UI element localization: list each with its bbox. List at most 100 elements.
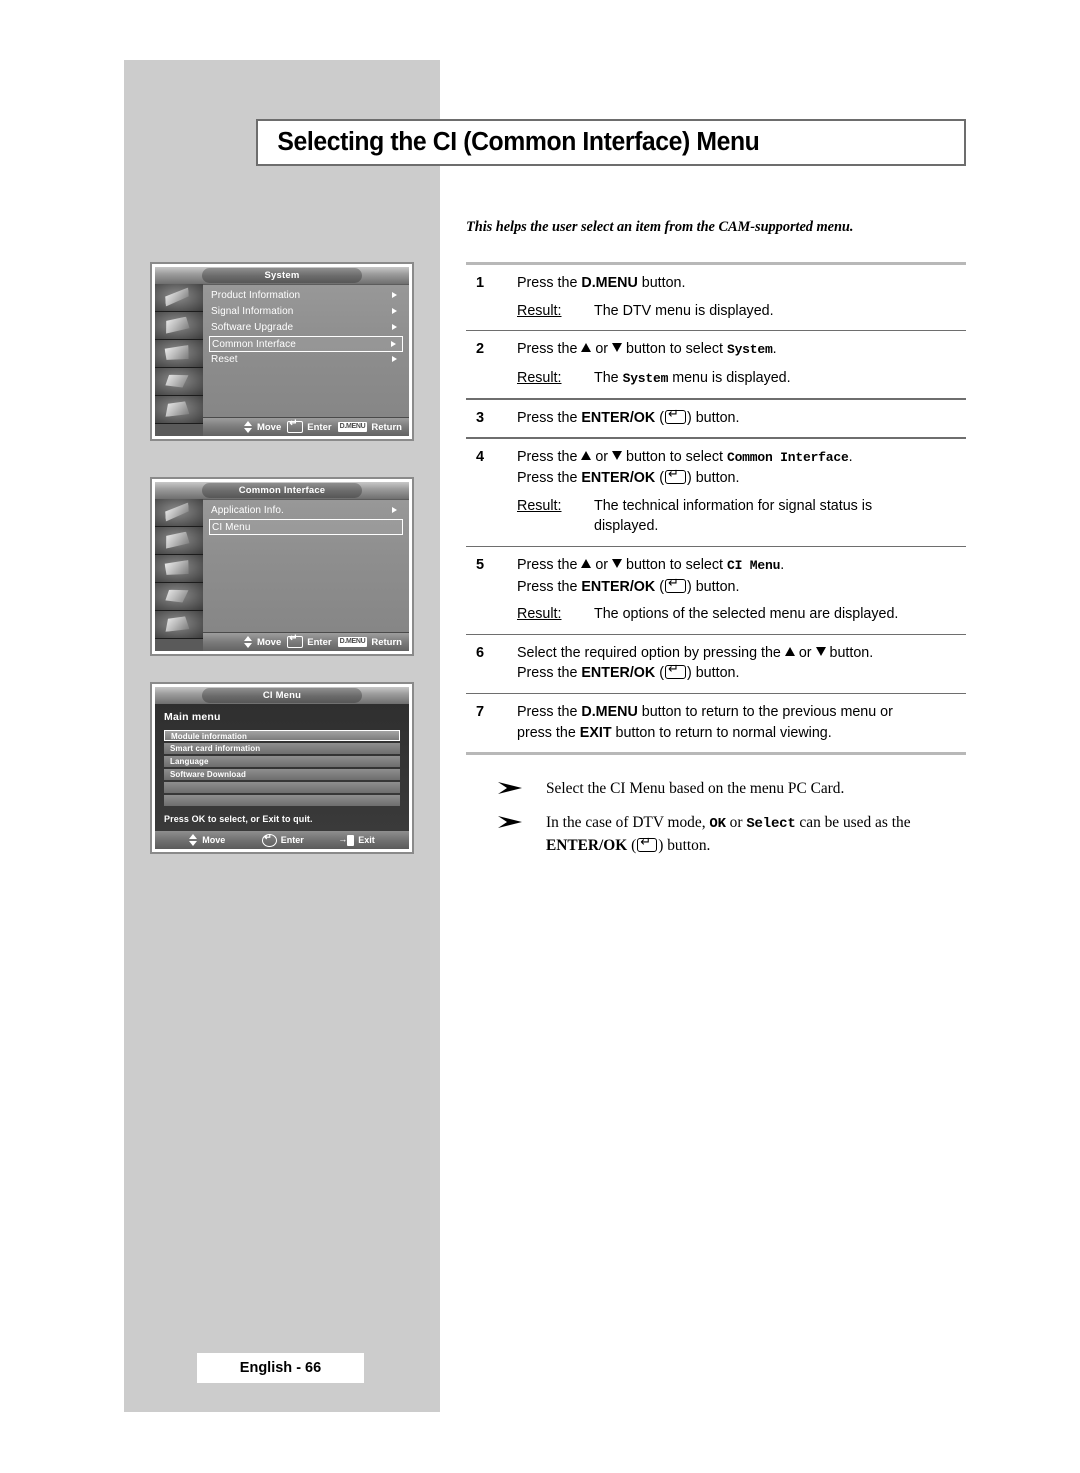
step-text-post: ( [655, 578, 664, 595]
step-line-2: press the EXIT button to return to norma… [517, 723, 966, 744]
footer-enter-label: Enter [280, 835, 304, 845]
enter-key-icon [664, 406, 686, 424]
ci-menu-item-language[interactable]: Language [164, 756, 400, 767]
tv-menu-item-label: Common Interface [212, 339, 296, 350]
tv-menu-item-product-information[interactable]: Product Information [209, 288, 403, 304]
step-line-2: Press the ENTER/OK () button. [517, 466, 966, 489]
step-2: 2 Press the or button to select System. … [466, 331, 966, 398]
step-result: Result: The System menu is displayed. [466, 368, 966, 390]
page-footer-tag: English - 66 [197, 1353, 364, 1383]
step-menu-name: Common Interface [726, 449, 849, 465]
footer-enter: Enter [287, 633, 332, 648]
ci-menu-heading: Main menu [164, 711, 221, 723]
arrow-up-icon [581, 450, 592, 460]
note-text: In the case of DTV mode, OK or Select ca… [546, 814, 911, 854]
step-text-post: button to return to the previous menu or [637, 704, 893, 721]
procedure-steps: 1 Press the D.MENU button. Result: The D… [466, 262, 966, 756]
step-keyword: ENTER/OK [581, 665, 656, 682]
page-title: Selecting the CI (Common Interface) Menu [277, 128, 760, 156]
step-text-tail: . [772, 341, 777, 358]
tv-menu-item-signal-information[interactable]: Signal Information [209, 304, 403, 320]
step-text-pre: Press the [517, 470, 582, 487]
step-text-post: button. [825, 644, 874, 661]
note-key-ok: OK [709, 816, 726, 832]
step-number: 3 [476, 409, 485, 426]
tv-menu-item-software-upgrade[interactable]: Software Upgrade [209, 320, 403, 336]
footer-exit-label: Exit [358, 835, 375, 845]
tv-menu-list: Product Information Signal Information S… [203, 284, 409, 436]
notes-list: Select the CI Menu based on the menu PC … [466, 778, 966, 869]
ci-menu-item-empty[interactable] [164, 795, 400, 806]
step-menu-name: CI Menu [726, 558, 781, 574]
step-text-mid: or [591, 557, 613, 574]
footer-move-label: Move [256, 421, 282, 433]
step-text: Press the D.MENU button. [466, 273, 966, 294]
result-label: Result: [517, 606, 562, 623]
step-text-tail: . [780, 557, 785, 574]
ci-menu-item-module-information[interactable]: Module information [164, 730, 400, 741]
step-line-1: Press the D.MENU button to return to the… [517, 702, 966, 723]
updown-arrows-icon [189, 834, 198, 846]
step-text-mid: or [794, 644, 816, 661]
footer-return-label: Return [371, 421, 402, 433]
program-icon [155, 284, 203, 312]
tv-menu-footer: Move Enter D.MENU Return [203, 632, 409, 651]
step-line-1: Press the or button to select CI Menu. [517, 555, 966, 577]
tv-menu-item-label: Signal Information [211, 306, 294, 317]
tv-menu-titlebar: System [155, 267, 409, 285]
step-text-pre: Press the [517, 448, 582, 465]
step-text: Press the or button to select Common Int… [466, 447, 966, 489]
tv-menu-screenshot-common-interface: Common Interface Application Info. CI Me… [150, 477, 414, 656]
footer-move: Move [243, 636, 281, 648]
result-text: The options of the selected menu are dis… [594, 606, 899, 623]
tv-menu-item-label: CI Menu [212, 522, 251, 533]
note-text-mid: or [725, 814, 747, 831]
arrow-down-icon [612, 450, 623, 460]
enter-key-icon [664, 575, 686, 593]
result-label: Result: [517, 497, 562, 514]
tv-menu-title: Common Interface [202, 483, 362, 498]
tv-menu-screenshot-system: System Product Information Signal Inform… [150, 262, 414, 441]
system-icon [155, 611, 203, 639]
step-text-pre: Press the [517, 578, 582, 595]
ci-menu-item-empty[interactable] [164, 782, 400, 793]
setup-icon [155, 368, 203, 396]
step-number: 1 [476, 275, 485, 291]
updown-arrows-icon [243, 636, 253, 648]
picture-icon [155, 527, 203, 555]
result-text: The System menu is displayed. [594, 368, 791, 390]
footer-return: D.MENU Return [337, 637, 402, 648]
exit-door-icon [338, 832, 355, 846]
step-4: 4 Press the or button to select Common I… [466, 439, 966, 546]
step-text-tail: ) button. [686, 665, 740, 682]
enter-key-icon [664, 466, 686, 485]
tv-menu-item-application-info[interactable]: Application Info. [209, 503, 403, 519]
arrow-bullet-icon [498, 782, 522, 794]
step-text-tail: ) button. [686, 578, 740, 595]
step-text-post: button to select [622, 448, 727, 465]
step-text: Press the D.MENU button to return to the… [466, 702, 966, 743]
footer-return: D.MENU Return [337, 421, 402, 433]
step-keyword: ENTER/OK [581, 578, 656, 595]
updown-arrows-icon [243, 421, 253, 433]
tv-menu-item-ci-menu[interactable]: CI Menu [209, 519, 403, 535]
step-text-post: button to select [622, 341, 727, 358]
arrow-up-icon [784, 646, 795, 656]
sound-icon [155, 340, 203, 368]
ci-menu-item-software-download[interactable]: Software Download [164, 769, 400, 780]
step-text-tail: . [848, 448, 853, 465]
step-text-pre: Press the [517, 275, 582, 291]
tv-menu-item-common-interface[interactable]: Common Interface [209, 336, 403, 352]
tv-menu-list: Application Info. CI Menu [203, 499, 409, 651]
step-number: 5 [476, 557, 485, 574]
page-title-box: Selecting the CI (Common Interface) Menu [256, 119, 966, 166]
step-text: Press the ENTER/OK () button. [466, 406, 966, 429]
footer-exit: Exit [338, 832, 375, 846]
tv-menu-item-label: Application Info. [211, 505, 284, 516]
ci-menu-item-smart-card-information[interactable]: Smart card information [164, 743, 400, 754]
tv-menu-item-reset[interactable]: Reset [209, 352, 403, 368]
note-2: In the case of DTV mode, OK or Select ca… [466, 812, 966, 857]
step-text-pre: Press the [517, 409, 582, 426]
step-text-tail: ) button. [686, 409, 740, 426]
step-text-pre: press the [517, 724, 580, 741]
